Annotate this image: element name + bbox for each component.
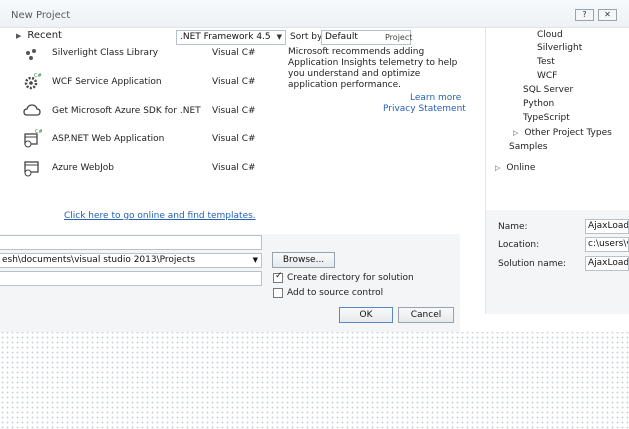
framework-select[interactable]: .NET Framework 4.5 ▼ <box>176 30 286 45</box>
browse-button[interactable]: Browse... <box>272 252 335 268</box>
expand-icon: ▷ <box>513 129 519 137</box>
template-lang: Visual C# <box>212 163 256 173</box>
sort-label: Sort by: <box>290 32 325 42</box>
template-row[interactable]: Azure WebJob Visual C# <box>18 158 278 178</box>
sort-value: Default <box>325 32 358 42</box>
tree-item-typescript[interactable]: TypeScript <box>523 113 570 123</box>
search-hint: Project <box>385 33 413 42</box>
expand-icon: ▶ <box>16 32 22 40</box>
nav-recent[interactable]: ▶ Recent <box>16 30 62 41</box>
learn-more-link[interactable]: Learn more <box>410 93 461 103</box>
ok-button[interactable]: OK <box>339 307 393 323</box>
template-name: Azure WebJob <box>52 163 114 173</box>
template-name: ASP.NET Web Application <box>52 134 165 144</box>
help-button[interactable]: ? <box>575 9 594 21</box>
add-source-control-label: Add to source control <box>287 288 384 298</box>
tree-item-silverlight[interactable]: Silverlight <box>537 43 582 53</box>
template-row[interactable]: C# ASP.NET Web Application Visual C# <box>18 129 278 149</box>
add-source-control-checkbox[interactable] <box>273 288 283 298</box>
template-lang: Visual C# <box>212 106 256 116</box>
dialog-title: New Project <box>11 10 71 21</box>
name-field[interactable] <box>0 235 262 250</box>
online-templates-link[interactable]: Click here to go online and find templat… <box>64 211 256 221</box>
template-name: WCF Service Application <box>52 77 162 87</box>
tree-item-wcf[interactable]: WCF <box>537 71 557 81</box>
chevron-down-icon: ▼ <box>252 256 258 264</box>
create-directory-label: Create directory for solution <box>287 273 414 283</box>
create-directory-checkbox[interactable] <box>273 271 283 283</box>
framework-value: .NET Framework 4.5 <box>180 32 271 42</box>
template-name: Get Microsoft Azure SDK for .NET <box>52 106 201 116</box>
tree-item-test[interactable]: Test <box>537 57 555 67</box>
expand-icon: ▷ <box>495 164 501 172</box>
tree-item-label: Other Project Types <box>524 128 612 138</box>
name-label: Name: <box>498 222 528 232</box>
webjob-icon <box>24 161 39 177</box>
close-icon: ✕ <box>604 10 611 19</box>
nav-recent-label: Recent <box>27 30 62 41</box>
tree-item-cloud[interactable]: Cloud <box>537 30 563 40</box>
solution-name-input[interactable]: AjaxLoader <box>585 256 629 271</box>
close-button[interactable]: ✕ <box>598 9 617 21</box>
solution-name-label: Solution name: <box>498 259 567 269</box>
template-name: Silverlight Class Library <box>52 48 159 58</box>
new-project-dialog: New Project ? ✕ ▶ Recent .NET Framework 4… <box>0 0 629 332</box>
location-input[interactable]: c:\users\vig <box>585 237 629 252</box>
tree-item-samples[interactable]: Samples <box>509 142 547 152</box>
location-path: esh\documents\visual studio 2013\Project… <box>2 255 196 265</box>
chevron-down-icon: ▼ <box>276 33 282 41</box>
silverlight-icon <box>26 49 36 60</box>
cancel-button[interactable]: Cancel <box>398 307 454 323</box>
template-row[interactable]: Get Microsoft Azure SDK for .NET Visual … <box>18 101 278 121</box>
tree-item-other-project-types[interactable]: ▷ Other Project Types <box>513 128 612 138</box>
wcf-gear-icon: C# <box>24 73 42 90</box>
tree-item-online[interactable]: ▷ Online <box>495 163 535 173</box>
help-icon: ? <box>582 10 587 19</box>
svg-text:C#: C# <box>35 129 42 135</box>
privacy-statement-link[interactable]: Privacy Statement <box>383 104 466 114</box>
location-combo[interactable]: esh\documents\visual studio 2013\Project… <box>0 253 262 268</box>
template-row[interactable]: Silverlight Class Library Visual C# <box>18 44 278 64</box>
template-description: Microsoft recommends adding Application … <box>288 47 458 90</box>
template-lang: Visual C# <box>212 48 256 58</box>
template-lang: Visual C# <box>212 134 256 144</box>
tree-item-sql-server[interactable]: SQL Server <box>523 85 573 95</box>
solution-field[interactable] <box>0 271 262 286</box>
tree-item-label: Online <box>506 163 536 173</box>
title-bar: New Project ? ✕ <box>0 0 629 28</box>
name-input[interactable]: AjaxLoader <box>585 219 629 234</box>
location-label: Location: <box>498 240 540 250</box>
web-app-icon: C# <box>24 129 42 148</box>
template-lang: Visual C# <box>212 77 256 87</box>
cloud-icon <box>23 104 41 116</box>
svg-text:C#: C# <box>34 73 42 79</box>
tree-item-python[interactable]: Python <box>523 99 554 109</box>
template-row[interactable]: C# WCF Service Application Visual C# <box>18 72 278 92</box>
